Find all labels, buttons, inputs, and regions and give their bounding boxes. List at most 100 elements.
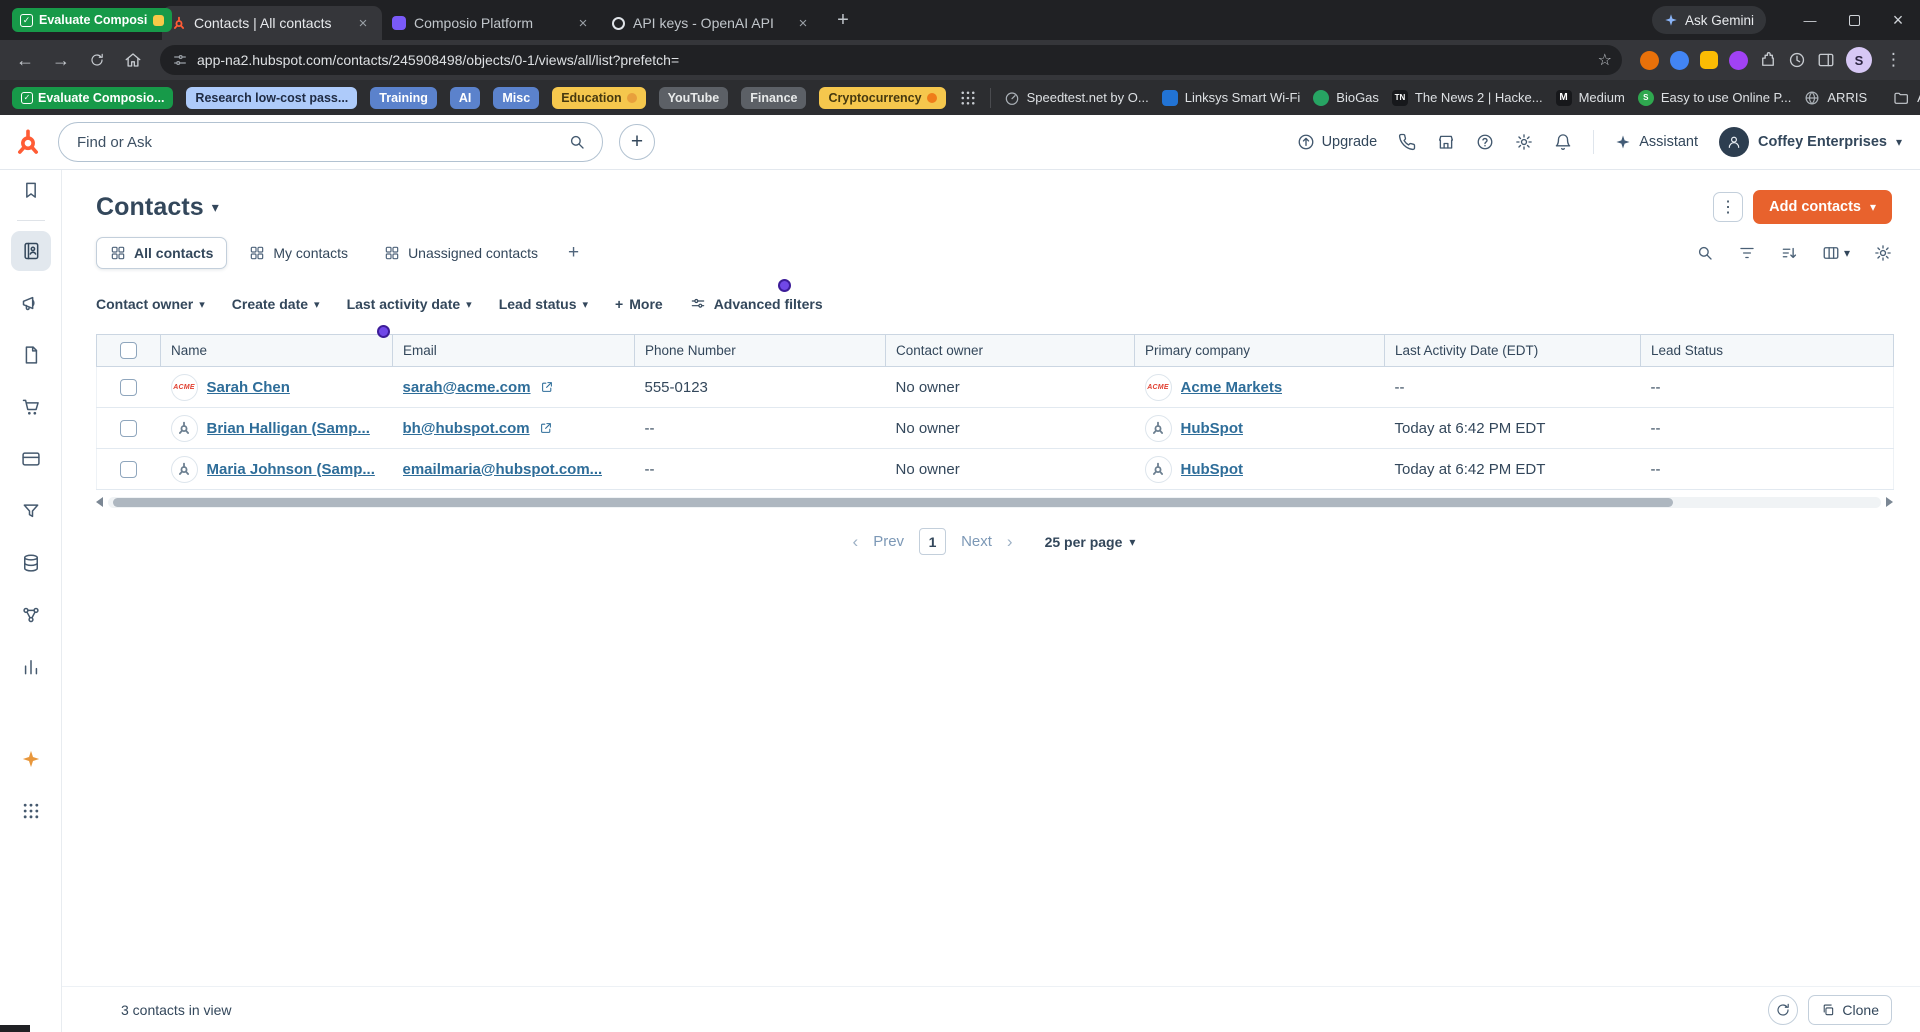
bookmark-group-training[interactable]: Training: [370, 86, 437, 109]
help-button[interactable]: [1476, 133, 1494, 151]
prev-button[interactable]: Prev: [873, 533, 904, 550]
view-tab-unassigned-contacts[interactable]: Unassigned contacts: [370, 237, 552, 269]
company-link[interactable]: HubSpot: [1181, 461, 1243, 478]
contact-email-link[interactable]: bh@hubspot.com: [403, 420, 530, 437]
contact-name-link[interactable]: Maria Johnson (Samp...: [207, 461, 375, 478]
ask-gemini-button[interactable]: Ask Gemini: [1651, 6, 1766, 34]
row-checkbox[interactable]: [120, 419, 138, 437]
chevron-down-icon[interactable]: ▾: [212, 199, 219, 216]
row-checkbox[interactable]: [120, 378, 138, 396]
scroll-left-arrow[interactable]: [96, 497, 103, 507]
view-tab-all-contacts[interactable]: All contacts: [96, 237, 228, 269]
filter-contact-owner[interactable]: Contact owner ▾: [96, 296, 205, 312]
extension-badge[interactable]: ✓ Evaluate Composi: [12, 8, 173, 32]
rail-content[interactable]: [11, 335, 51, 375]
back-button[interactable]: ←: [8, 43, 42, 77]
close-window-button[interactable]: ×: [1876, 0, 1920, 40]
global-search[interactable]: [58, 122, 603, 162]
scrollbar-track[interactable]: [108, 496, 1881, 508]
edit-columns-button[interactable]: ▾: [1822, 244, 1850, 262]
notifications-button[interactable]: [1554, 133, 1572, 151]
bookmark-group-research[interactable]: Research low-cost pass...: [186, 86, 358, 109]
quick-create-button[interactable]: +: [619, 124, 655, 160]
extension-icon[interactable]: [1670, 50, 1689, 70]
bookmark-group-education[interactable]: Education: [552, 86, 646, 109]
all-bookmarks-button[interactable]: All Bookmarks: [1893, 90, 1920, 106]
row-checkbox[interactable]: [120, 460, 138, 478]
address-bar[interactable]: app-na2.hubspot.com/contacts/245908498/o…: [160, 45, 1622, 75]
column-header-company[interactable]: Primary company: [1134, 334, 1385, 367]
settings-button[interactable]: [1515, 133, 1533, 151]
marketplace-button[interactable]: [1437, 133, 1455, 151]
contact-name-link[interactable]: Sarah Chen: [207, 379, 290, 396]
search-input[interactable]: [77, 133, 558, 151]
add-contacts-button[interactable]: Add contacts ▾: [1753, 190, 1892, 224]
view-tab-my-contacts[interactable]: My contacts: [235, 237, 362, 269]
refresh-view-button[interactable]: [1768, 994, 1799, 1025]
bookmark-arris[interactable]: ARRIS: [1804, 90, 1867, 106]
bookmark-speedtest[interactable]: Speedtest.net by O...: [1004, 90, 1149, 106]
rail-crm[interactable]: [10, 231, 51, 271]
close-icon[interactable]: ×: [794, 14, 812, 32]
clone-button[interactable]: Clone: [1808, 994, 1892, 1025]
current-page-button[interactable]: 1: [919, 528, 947, 555]
extension-icon[interactable]: [1729, 50, 1748, 70]
next-button[interactable]: Next: [961, 533, 992, 550]
column-header-lead-status[interactable]: Lead Status: [1640, 334, 1894, 367]
forward-button[interactable]: →: [44, 43, 78, 77]
bookmark-thenews[interactable]: TN The News 2 | Hacke...: [1391, 89, 1543, 106]
column-header-last-activity[interactable]: Last Activity Date (EDT): [1384, 334, 1641, 367]
bookmark-group-misc[interactable]: Misc: [493, 86, 540, 109]
rail-marketing[interactable]: [11, 283, 51, 323]
profile-avatar[interactable]: S: [1846, 47, 1872, 73]
filter-button[interactable]: [1738, 244, 1756, 262]
chevron-right-icon[interactable]: ›: [1007, 532, 1013, 552]
extension-icon[interactable]: [1640, 50, 1659, 70]
search-records-button[interactable]: [1696, 244, 1714, 262]
scrollbar-thumb[interactable]: [113, 497, 1673, 507]
filter-create-date[interactable]: Create date ▾: [232, 296, 320, 312]
contact-name-link[interactable]: Brian Halligan (Samp...: [207, 420, 370, 437]
side-panel-icon[interactable]: [1817, 51, 1835, 69]
bookmark-online-tool[interactable]: S Easy to use Online P...: [1637, 89, 1791, 106]
bookmark-group-crypto[interactable]: Cryptocurrency: [819, 86, 946, 109]
calling-button[interactable]: [1398, 133, 1416, 151]
extensions-puzzle-icon[interactable]: [1759, 51, 1777, 69]
home-button[interactable]: [116, 43, 150, 77]
page-actions-button[interactable]: ⋮: [1713, 192, 1744, 222]
close-icon[interactable]: ×: [574, 14, 592, 32]
external-link-icon[interactable]: [540, 380, 554, 394]
company-link[interactable]: Acme Markets: [1181, 379, 1283, 396]
bookmark-group-finance[interactable]: Finance: [741, 86, 807, 109]
extension-icon[interactable]: [1700, 51, 1718, 69]
bookmark-star-icon[interactable]: ☆: [1598, 50, 1612, 70]
rail-more-tools[interactable]: [11, 791, 51, 831]
table-settings-button[interactable]: [1874, 244, 1892, 262]
chevron-left-icon[interactable]: ‹: [853, 532, 859, 552]
column-header-email[interactable]: Email: [392, 334, 635, 367]
filter-lead-status[interactable]: Lead status ▾: [499, 296, 588, 312]
hubspot-logo[interactable]: [14, 128, 42, 156]
close-icon[interactable]: ×: [354, 14, 372, 32]
tab-contacts[interactable]: Contacts | All contacts ×: [162, 6, 382, 40]
per-page-selector[interactable]: 25 per page ▾: [1045, 534, 1136, 550]
rail-commerce[interactable]: [11, 387, 51, 427]
upgrade-button[interactable]: Upgrade: [1297, 133, 1377, 151]
bookmark-group-evaluate[interactable]: ✓ Evaluate Composio...: [12, 86, 174, 109]
column-header-name[interactable]: Name: [160, 334, 393, 367]
sort-button[interactable]: [1780, 244, 1798, 262]
tab-composio[interactable]: Composio Platform ×: [382, 6, 602, 40]
maximize-button[interactable]: [1832, 0, 1876, 40]
rail-reporting[interactable]: [11, 647, 51, 687]
bookmark-biogas[interactable]: BioGas: [1313, 89, 1379, 106]
rail-bookmarks[interactable]: [11, 170, 51, 210]
rail-payments[interactable]: [11, 439, 51, 479]
bookmark-group-ai[interactable]: AI: [449, 86, 481, 109]
reload-button[interactable]: [80, 43, 114, 77]
bookmark-group-youtube[interactable]: YouTube: [658, 86, 729, 109]
column-header-owner[interactable]: Contact owner: [885, 334, 1135, 367]
scroll-right-arrow[interactable]: [1886, 497, 1893, 507]
filter-more[interactable]: + More: [615, 296, 663, 312]
bookmark-linksys[interactable]: Linksys Smart Wi-Fi: [1161, 89, 1300, 106]
contact-email-link[interactable]: emailmaria@hubspot.com...: [403, 461, 603, 478]
